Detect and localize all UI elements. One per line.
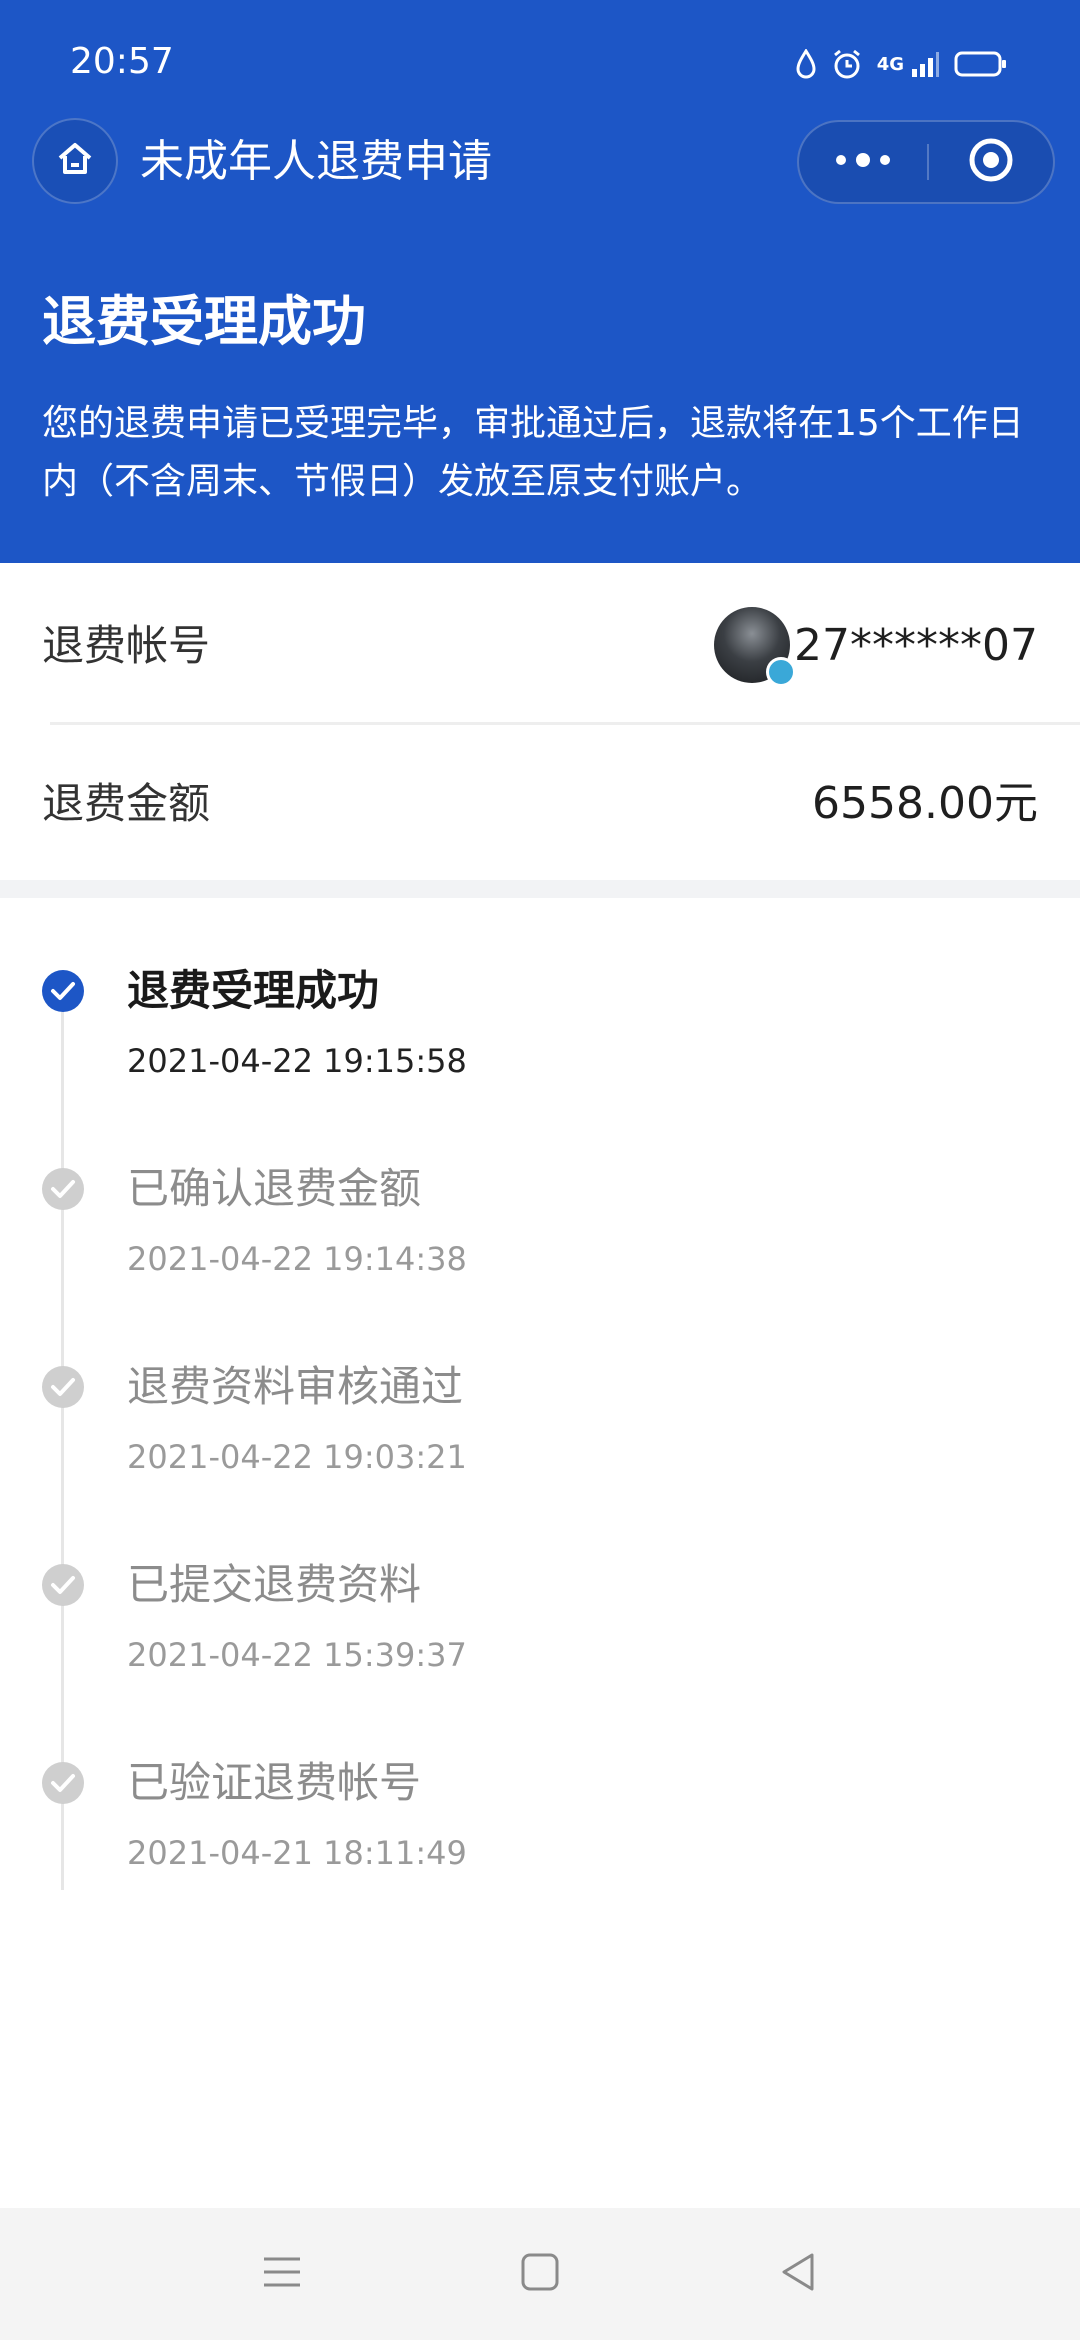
refund-amount-row: 退费金额 6558.00元 xyxy=(0,725,1080,880)
refund-amount-label: 退费金额 xyxy=(42,779,211,828)
timeline-item: 已提交退费资料 2021-04-22 15:39:37 xyxy=(0,1559,1080,1719)
timeline-item: 退费资料审核通过 2021-04-22 19:03:21 xyxy=(0,1361,1080,1521)
timeline-title: 退费资料审核通过 xyxy=(127,1362,464,1411)
check-icon xyxy=(41,1365,85,1409)
close-circle-icon xyxy=(966,135,1016,189)
timeline-time: 2021-04-22 15:39:37 xyxy=(127,1636,467,1674)
refund-amount-value: 6558.00元 xyxy=(812,778,1038,829)
page-title: 未成年人退费申请 xyxy=(140,136,492,187)
timeline-time: 2021-04-22 19:03:21 xyxy=(127,1438,467,1476)
timeline-title: 退费受理成功 xyxy=(127,966,380,1015)
check-icon xyxy=(41,1563,85,1607)
check-icon xyxy=(41,969,85,1013)
alarm-icon xyxy=(831,48,863,80)
home-icon xyxy=(55,139,95,183)
status-time: 20:57 xyxy=(70,41,174,82)
timeline-title: 已确认退费金额 xyxy=(127,1164,422,1213)
timeline-item: 已确认退费金额 2021-04-22 19:14:38 xyxy=(0,1163,1080,1323)
refund-account-label: 退费帐号 xyxy=(42,621,211,670)
avatar xyxy=(714,607,796,687)
refund-account-value: 27******07 xyxy=(794,620,1038,671)
home-button[interactable] xyxy=(32,118,118,204)
home-nav-button[interactable] xyxy=(512,2246,568,2302)
avatar-badge-icon xyxy=(766,657,796,687)
timeline-item: 已验证退费帐号 2021-04-21 18:11:49 xyxy=(0,1757,1080,1917)
back-triangle-icon xyxy=(778,2251,818,2297)
signal-icon xyxy=(910,49,940,79)
recent-apps-button[interactable] xyxy=(254,2246,310,2302)
timeline-title: 已验证退费帐号 xyxy=(127,1758,422,1807)
timeline-item: 退费受理成功 2021-04-22 19:15:58 xyxy=(0,965,1080,1125)
check-icon xyxy=(41,1761,85,1805)
timeline-time: 2021-04-22 19:14:38 xyxy=(127,1240,467,1278)
close-button[interactable] xyxy=(929,122,1053,202)
more-button[interactable] xyxy=(799,122,927,202)
refund-account-row: 退费帐号 27******07 xyxy=(0,567,1080,722)
status-bar: 20:57 4G xyxy=(0,0,1080,100)
section-divider xyxy=(0,880,1080,898)
timeline-time: 2021-04-22 19:15:58 xyxy=(127,1042,467,1080)
result-title: 退费受理成功 xyxy=(42,290,366,353)
status-icons: 4G xyxy=(795,44,1008,84)
home-square-icon xyxy=(520,2252,560,2296)
navigation-bar: 未成年人退费申请 xyxy=(0,118,1080,206)
battery-icon xyxy=(954,50,1008,78)
mini-program-capsule xyxy=(797,120,1055,204)
system-navigation-bar xyxy=(0,2208,1080,2340)
timeline-time: 2021-04-21 18:11:49 xyxy=(127,1834,467,1872)
back-button[interactable] xyxy=(770,2246,826,2302)
header-region: 20:57 4G 未成年人退费申请 退费受理成功 您的退费申请已受理完毕，审批通… xyxy=(0,0,1080,563)
check-icon xyxy=(41,1167,85,1211)
drop-icon xyxy=(795,49,817,79)
timeline-title: 已提交退费资料 xyxy=(127,1560,422,1609)
result-description: 您的退费申请已受理完毕，审批通过后，退款将在15个工作日内（不含周末、节假日）发… xyxy=(42,403,1024,502)
network-label: 4G xyxy=(876,53,904,75)
menu-icon xyxy=(262,2255,302,2293)
more-dots-icon xyxy=(833,152,893,172)
